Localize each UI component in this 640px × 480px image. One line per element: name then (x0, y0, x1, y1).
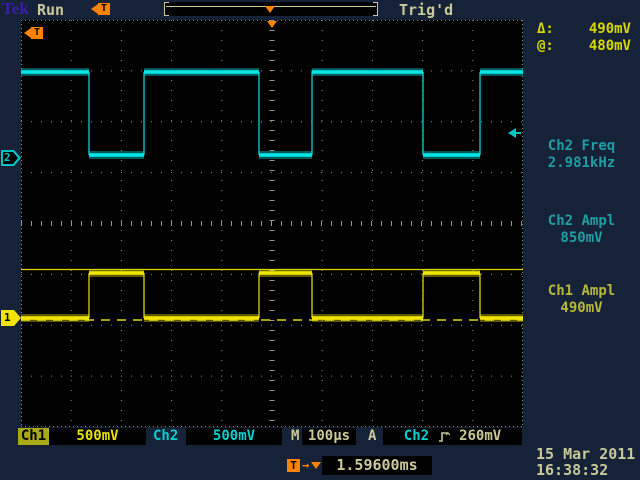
ch1-badge: Ch1 (18, 428, 49, 445)
trigger-status: Trig'd (399, 1, 453, 19)
timebase-readout: 100µs (302, 428, 356, 445)
graticule: T (21, 20, 523, 427)
arrow-right-icon: → (302, 459, 309, 472)
measurement-value: 2.981kHz (523, 155, 640, 172)
measurement-label: Ch2 Freq (523, 138, 640, 155)
trigger-delay-icon: T → (287, 459, 321, 472)
cursor-delta-readout: Δ: 490mV (537, 21, 631, 37)
tek-logo: Tek (2, 0, 29, 19)
trigger-reference-icon: T (24, 26, 43, 39)
measurement-value: 490mV (523, 300, 640, 317)
bracket-left-icon (164, 2, 169, 16)
delta-label: Δ: (537, 21, 554, 37)
trigger-level-arrow-icon (508, 128, 521, 138)
trigger-marker-icon: T (91, 2, 110, 15)
acquisition-status: Run (37, 1, 64, 19)
waveform-display (21, 20, 523, 427)
trigger-position-bar (164, 2, 378, 16)
oscilloscope-screen: Tek Run T Trig'd T 2 1 Δ: 490mV (0, 0, 640, 480)
ch2-ground-marker: 2 (1, 150, 21, 166)
time: 16:38:32 (536, 462, 635, 478)
date: 15 Mar 2011 (536, 446, 635, 462)
triangle-down-icon (311, 462, 321, 469)
trigger-source: Ch2 (404, 428, 429, 445)
measurement-value: 850mV (523, 230, 640, 247)
rising-edge-icon (438, 430, 450, 443)
cursor-at-readout: @: 480mV (537, 38, 631, 54)
arrow-left-icon (24, 28, 31, 38)
delta-value: 490mV (589, 21, 631, 37)
bracket-right-icon (373, 2, 378, 16)
measurement-ch2-freq: Ch2 Freq 2.981kHz (523, 138, 640, 172)
datetime-readout: 15 Mar 2011 16:38:32 (536, 446, 635, 478)
measurement-label: Ch2 Ampl (523, 213, 640, 230)
at-value: 480mV (589, 38, 631, 54)
trigger-level-value: 260mV (459, 428, 501, 445)
measurement-ch2-ampl: Ch2 Ampl 850mV (523, 213, 640, 247)
ch2-label: Ch2 (153, 428, 178, 445)
trigger-position-marker-icon (267, 21, 277, 28)
at-label: @: (537, 38, 554, 54)
measurement-label: Ch1 Ampl (523, 283, 640, 300)
trigger-position-triangle-icon (265, 6, 275, 13)
arrow-left-icon (91, 4, 98, 14)
ch1-ground-marker: 1 (1, 310, 21, 326)
measurement-ch1-ampl: Ch1 Ampl 490mV (523, 283, 640, 317)
trigger-mode-label: A (368, 428, 376, 445)
trigger-position-readout: 1.59600ms (322, 456, 432, 475)
ch1-scale-readout: 500mV (49, 428, 146, 445)
trigger-settings-readout: Ch2 260mV (383, 428, 522, 445)
ch2-scale-readout: 500mV (186, 428, 282, 445)
timebase-label: M (291, 428, 299, 445)
